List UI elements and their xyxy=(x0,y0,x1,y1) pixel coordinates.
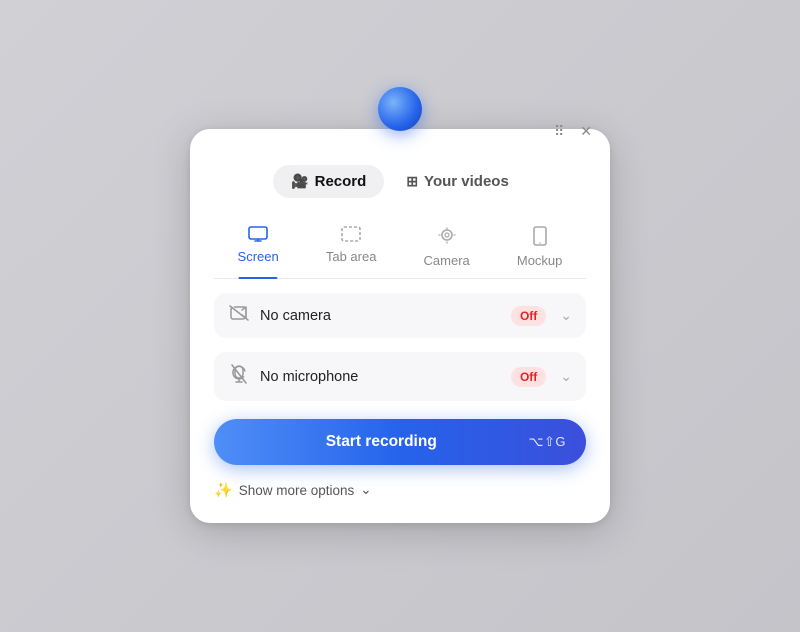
microphone-off-badge: Off xyxy=(511,367,546,387)
more-options-chevron-icon: ⌄ xyxy=(360,482,371,498)
nav-tab-screen[interactable]: Screen xyxy=(226,218,291,278)
close-icon: ✕ xyxy=(580,123,592,140)
start-recording-label: Start recording xyxy=(234,433,529,451)
camera-chevron-icon: ⌄ xyxy=(560,307,572,324)
tab-your-videos[interactable]: ⊞ Your videos xyxy=(388,165,526,198)
nav-tab-bar: Screen Tab area Camera xyxy=(214,218,586,279)
camera-nav-icon xyxy=(437,226,457,249)
mockup-icon xyxy=(533,226,547,249)
nav-tab-mockup-label: Mockup xyxy=(517,253,563,268)
start-recording-button[interactable]: Start recording ⌥⇧G xyxy=(214,419,586,465)
nav-tab-camera-label: Camera xyxy=(424,253,470,268)
close-button[interactable]: ✕ xyxy=(576,121,596,142)
tab-record[interactable]: 🎥 Record xyxy=(273,165,384,198)
nav-tab-tab-area-label: Tab area xyxy=(326,249,377,264)
microphone-chevron-icon: ⌄ xyxy=(560,368,572,385)
panel-wrapper: ⠿ ✕ 🎥 Record ⊞ Your videos xyxy=(190,109,610,523)
sparkle-icon: ✨ xyxy=(214,481,233,499)
nav-tab-screen-label: Screen xyxy=(238,249,279,264)
drag-handle[interactable]: ⠿ xyxy=(550,121,568,142)
camera-device-row[interactable]: No camera Off ⌄ xyxy=(214,293,586,338)
camera-off-badge: Off xyxy=(511,306,546,326)
nav-tab-tab-area[interactable]: Tab area xyxy=(314,218,389,278)
no-microphone-icon xyxy=(228,364,250,389)
camera-label: No camera xyxy=(260,308,501,324)
record-tab-icon: 🎥 xyxy=(291,173,308,190)
microphone-label: No microphone xyxy=(260,369,501,385)
show-more-options-button[interactable]: ✨ Show more options ⌄ xyxy=(214,481,372,499)
drag-icon: ⠿ xyxy=(554,123,564,140)
your-videos-tab-icon: ⊞ xyxy=(406,173,418,190)
show-more-options-label: Show more options xyxy=(239,483,355,498)
window-controls: ⠿ ✕ xyxy=(550,121,596,142)
main-panel: 🎥 Record ⊞ Your videos Screen xyxy=(190,129,610,523)
your-videos-tab-label: Your videos xyxy=(424,173,509,190)
screen-icon xyxy=(248,226,268,245)
orb xyxy=(378,87,422,131)
nav-tab-camera[interactable]: Camera xyxy=(412,218,482,278)
top-tab-bar: 🎥 Record ⊞ Your videos xyxy=(214,165,586,198)
tab-area-icon xyxy=(341,226,361,245)
record-tab-label: Record xyxy=(315,173,367,190)
nav-tab-mockup[interactable]: Mockup xyxy=(505,218,575,278)
microphone-device-row[interactable]: No microphone Off ⌄ xyxy=(214,352,586,401)
no-camera-icon xyxy=(228,305,250,326)
start-recording-shortcut: ⌥⇧G xyxy=(529,434,567,450)
